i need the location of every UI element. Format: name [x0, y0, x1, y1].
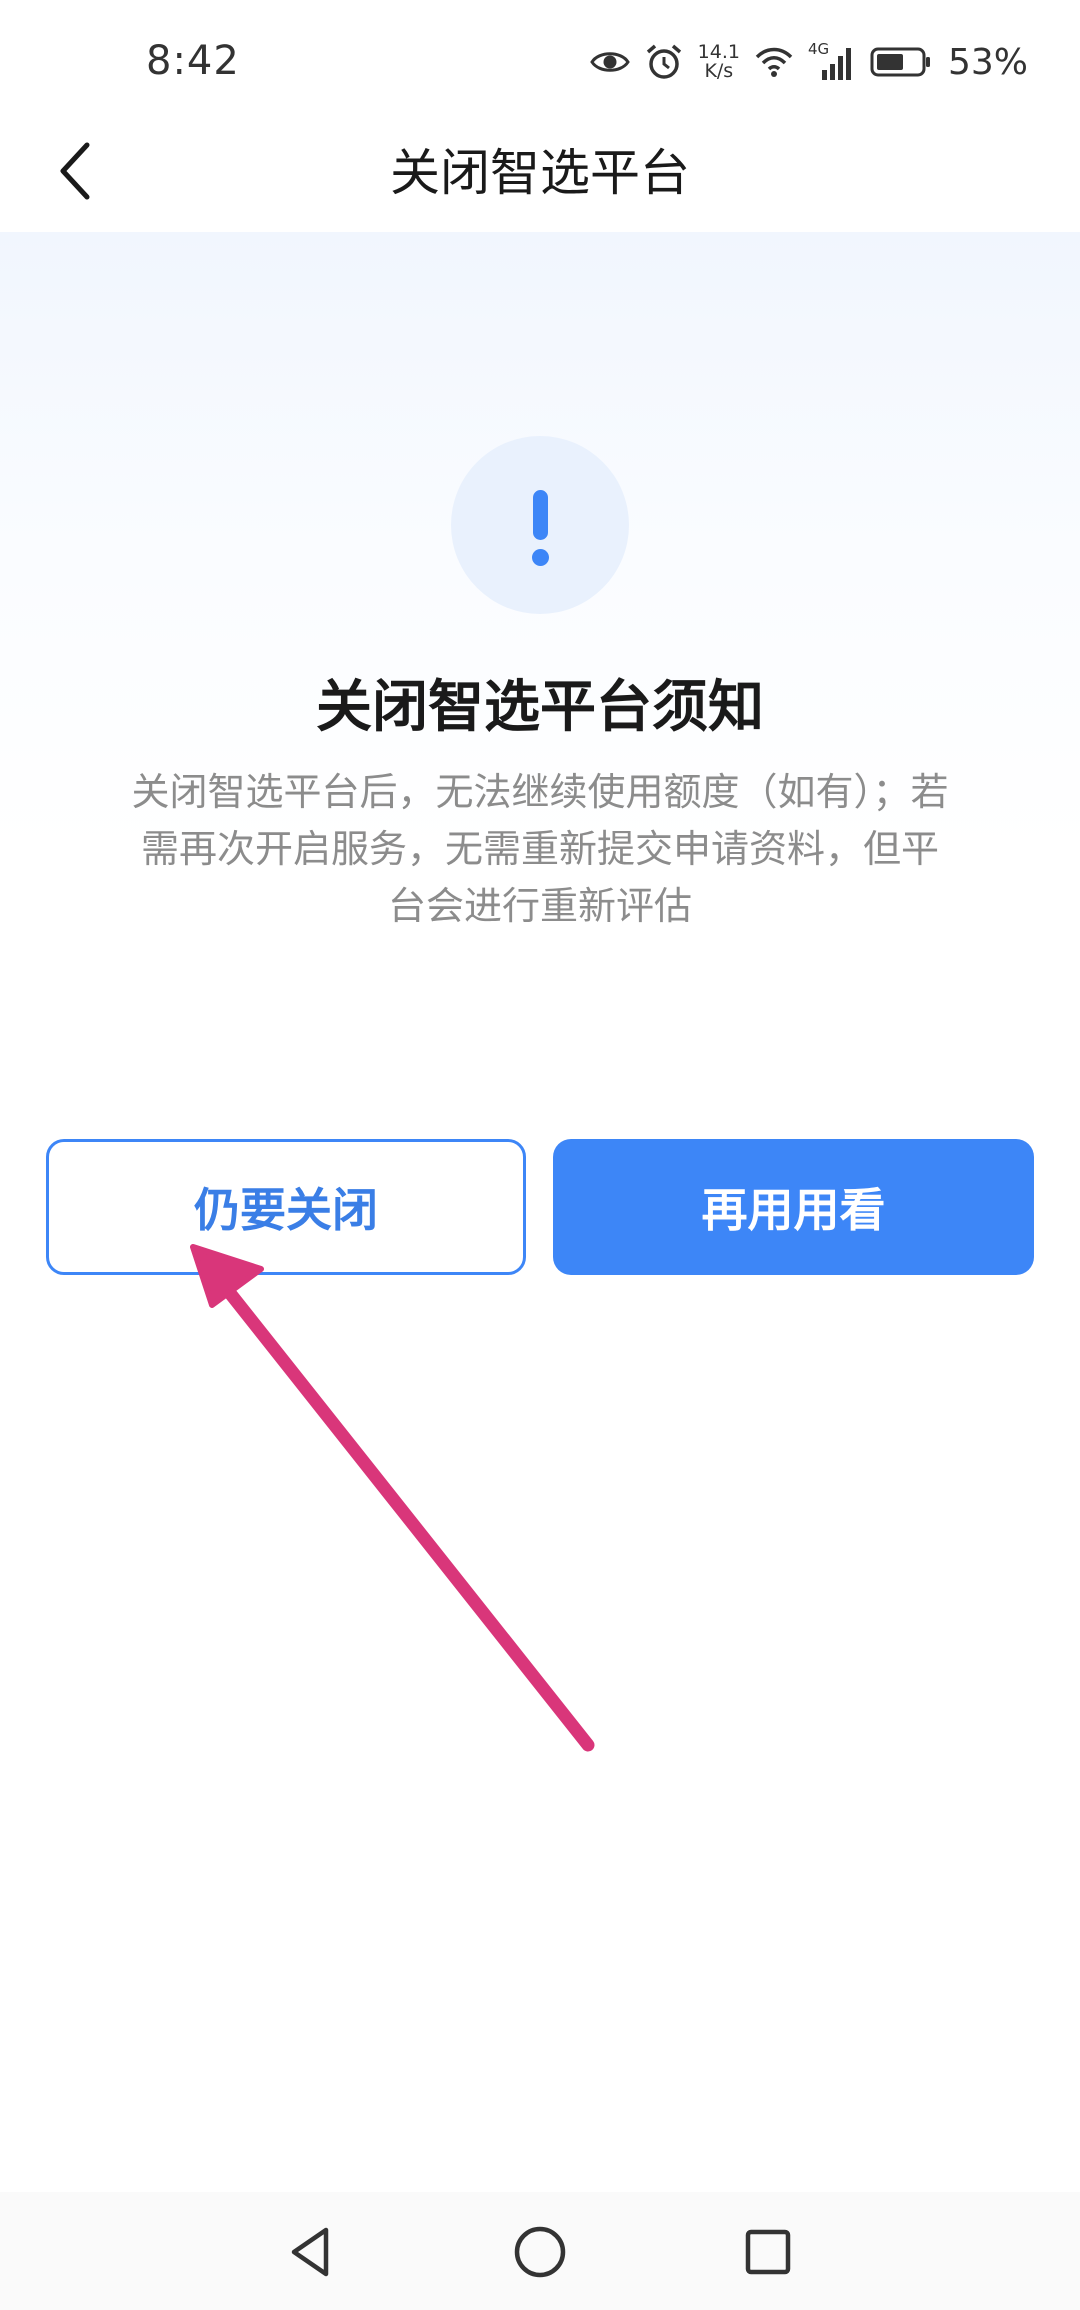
exclamation-icon — [451, 436, 629, 614]
main-content: 关闭智选平台须知 关闭智选平台后，无法继续使用额度（如有）；若需再次开启服务，无… — [0, 232, 1080, 2192]
notice-title: 关闭智选平台须知 — [316, 675, 764, 740]
status-icons: 14.1 K/s 4G 53% — [589, 34, 1028, 90]
status-time: 8:42 — [146, 38, 240, 84]
exclamation-dot — [532, 549, 549, 566]
battery-icon — [870, 46, 932, 78]
back-triangle-icon[interactable] — [282, 2222, 342, 2282]
battery-percent: 53% — [947, 41, 1028, 83]
alarm-icon — [644, 42, 684, 82]
network-type: 4G — [807, 40, 830, 58]
keep-using-button[interactable]: 再用用看 — [553, 1139, 1034, 1275]
eye-icon — [589, 47, 630, 77]
net-speed: 14.1 K/s — [698, 43, 740, 81]
system-nav-bar — [0, 2192, 1080, 2310]
recents-square-icon[interactable] — [738, 2222, 798, 2282]
signal-icon: 4G — [807, 40, 856, 82]
status-bar: 8:42 14.1 K/s 4G 53% — [0, 0, 1080, 120]
page-title: 关闭智选平台 — [390, 144, 690, 202]
home-circle-icon[interactable] — [510, 2222, 570, 2282]
header: 关闭智选平台 — [0, 120, 1080, 232]
notice-description: 关闭智选平台后，无法继续使用额度（如有）；若需再次开启服务，无需重新提交申请资料… — [131, 770, 949, 928]
confirm-close-button[interactable]: 仍要关闭 — [46, 1139, 526, 1275]
net-speed-unit: K/s — [704, 60, 734, 82]
exclamation-bar — [533, 490, 548, 540]
wifi-icon — [754, 45, 794, 79]
